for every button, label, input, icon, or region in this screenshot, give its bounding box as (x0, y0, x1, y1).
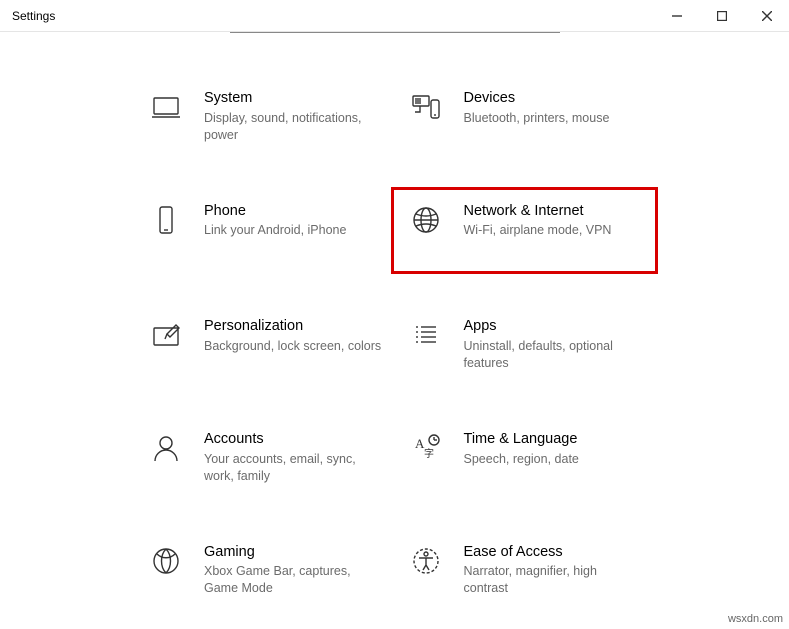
category-subtitle: Link your Android, iPhone (204, 222, 346, 239)
category-subtitle: Display, sound, notifications, power (204, 110, 382, 144)
apps-icon (408, 317, 444, 353)
window-title: Settings (0, 9, 55, 23)
category-personalization[interactable]: Personalization Background, lock screen,… (140, 311, 390, 378)
category-devices[interactable]: Devices Bluetooth, printers, mouse (400, 83, 650, 150)
category-title: Ease of Access (464, 543, 642, 562)
category-title: Devices (464, 89, 610, 108)
phone-icon (148, 202, 184, 238)
category-network-internet[interactable]: Network & Internet Wi-Fi, airplane mode,… (400, 196, 650, 266)
system-icon (148, 89, 184, 125)
globe-icon (408, 202, 444, 238)
category-title: Phone (204, 202, 346, 221)
personalization-icon (148, 317, 184, 353)
close-button[interactable] (744, 0, 789, 31)
category-subtitle: Wi-Fi, airplane mode, VPN (464, 222, 612, 239)
category-subtitle: Your accounts, email, sync, work, family (204, 451, 382, 485)
maximize-icon (717, 11, 727, 21)
category-accounts[interactable]: Accounts Your accounts, email, sync, wor… (140, 424, 390, 491)
category-title: System (204, 89, 382, 108)
settings-categories: System Display, sound, notifications, po… (0, 33, 789, 603)
category-apps[interactable]: Apps Uninstall, defaults, optional featu… (400, 311, 650, 378)
category-subtitle: Background, lock screen, colors (204, 338, 381, 355)
category-subtitle: Uninstall, defaults, optional features (464, 338, 642, 372)
minimize-icon (672, 11, 682, 21)
devices-icon (408, 89, 444, 125)
category-subtitle: Narrator, magnifier, high contrast (464, 563, 642, 597)
maximize-button[interactable] (699, 0, 744, 31)
category-title: Personalization (204, 317, 381, 336)
category-title: Accounts (204, 430, 382, 449)
gaming-icon (148, 543, 184, 579)
category-system[interactable]: System Display, sound, notifications, po… (140, 83, 390, 150)
accounts-icon (148, 430, 184, 466)
category-title: Network & Internet (464, 202, 612, 221)
category-ease-of-access[interactable]: Ease of Access Narrator, magnifier, high… (400, 537, 650, 604)
category-gaming[interactable]: Gaming Xbox Game Bar, captures, Game Mod… (140, 537, 390, 604)
category-title: Apps (464, 317, 642, 336)
category-subtitle: Speech, region, date (464, 451, 579, 468)
title-bar: Settings (0, 0, 789, 32)
close-icon (762, 11, 772, 21)
minimize-button[interactable] (654, 0, 699, 31)
category-subtitle: Xbox Game Bar, captures, Game Mode (204, 563, 382, 597)
category-title: Gaming (204, 543, 382, 562)
category-time-language[interactable]: A 字 Time & Language Speech, region, date (400, 424, 650, 491)
time-language-icon: A 字 (408, 430, 444, 466)
window-controls (654, 0, 789, 31)
category-title: Time & Language (464, 430, 579, 449)
watermark: wsxdn.com (728, 613, 783, 625)
category-phone[interactable]: Phone Link your Android, iPhone (140, 196, 390, 266)
category-subtitle: Bluetooth, printers, mouse (464, 110, 610, 127)
ease-of-access-icon (408, 543, 444, 579)
svg-text:字: 字 (424, 447, 434, 460)
